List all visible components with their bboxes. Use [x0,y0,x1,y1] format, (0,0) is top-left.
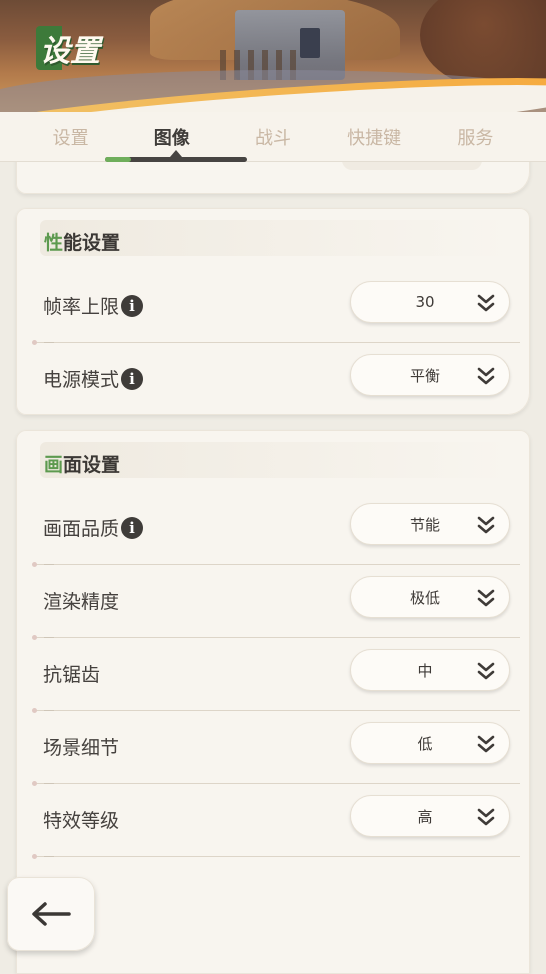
tab-settings[interactable]: 设置 [25,124,117,150]
info-icon[interactable]: i [121,367,144,390]
setting-row-image-quality: 画面品质 i 节能 [16,492,530,567]
double-chevron-down-icon [477,662,495,680]
section-title-text: 面设置 [63,454,121,476]
info-icon[interactable]: i [121,294,144,317]
setting-label-text: 电源模式 [43,369,120,391]
previous-section-card [16,162,530,194]
tab-hotkeys[interactable]: 快捷键 [328,124,420,150]
section-title-text: 能设置 [63,232,121,254]
info-icon[interactable]: i [121,516,144,539]
setting-row-anti-aliasing: 抗锯齿 中 [16,638,530,713]
previous-section-control [342,162,482,170]
double-chevron-down-icon [477,589,495,607]
setting-label: 渲染精度 [43,587,119,614]
setting-label-text: 画面品质 [43,518,120,540]
double-chevron-down-icon [477,294,495,312]
back-button[interactable] [7,877,95,951]
section-title-accent: 画 [44,454,64,476]
tab-services[interactable]: 服务 [429,124,521,150]
setting-label: 场景细节 [43,733,119,760]
effects-level-dropdown[interactable]: 高 [350,795,510,837]
page-title-badge: 设置 [36,26,104,70]
page-title: 设置 [36,26,104,70]
section-title-accent: 性 [44,232,64,254]
double-chevron-down-icon [477,808,495,826]
image-quality-dropdown[interactable]: 节能 [350,503,510,545]
section-title-display: 画面设置 [44,450,120,477]
frame-rate-dropdown[interactable]: 30 [350,281,510,323]
scene-detail-dropdown[interactable]: 低 [350,722,510,764]
setting-row-power-mode: 电源模式 i 平衡 [16,343,530,416]
power-mode-dropdown[interactable]: 平衡 [350,354,510,396]
setting-label: 画面品质 i [43,514,144,541]
double-chevron-down-icon [477,516,495,534]
setting-label: 抗锯齿 [43,660,100,687]
setting-label-text: 特效等级 [43,810,120,832]
setting-row-effects-level: 特效等级 高 [16,784,530,859]
header-banner: 设置 [0,0,546,112]
setting-row-render-precision: 渲染精度 极低 [16,565,530,640]
active-tab-caret [170,150,182,157]
performance-settings-card: 性能设置 帧率上限 i 30 电源模式 i 平衡 [16,208,530,415]
double-chevron-down-icon [477,367,495,385]
setting-label-text: 抗锯齿 [43,664,101,686]
back-arrow-icon [32,902,71,926]
setting-label-text: 渲染精度 [43,591,120,613]
setting-label-text: 场景细节 [43,737,120,759]
tab-combat[interactable]: 战斗 [227,124,319,150]
anti-aliasing-dropdown[interactable]: 中 [350,649,510,691]
tab-graphics[interactable]: 图像 [126,124,218,150]
setting-row-frame-rate: 帧率上限 i 30 [16,270,530,345]
double-chevron-down-icon [477,735,495,753]
section-title-performance: 性能设置 [44,228,120,255]
row-divider [32,854,520,859]
tab-bar: 设置 图像 战斗 快捷键 服务 [0,112,546,162]
settings-content[interactable]: 性能设置 帧率上限 i 30 电源模式 i 平衡 画 面设置 画面品质 i 节能… [0,162,546,974]
render-precision-dropdown[interactable]: 极低 [350,576,510,618]
setting-label: 电源模式 i [43,365,144,392]
setting-label: 特效等级 [43,806,119,833]
banner-window [300,28,320,58]
setting-row-scene-detail: 场景细节 低 [16,711,530,786]
setting-label-text: 帧率上限 [43,296,120,318]
setting-label: 帧率上限 i [43,292,144,319]
